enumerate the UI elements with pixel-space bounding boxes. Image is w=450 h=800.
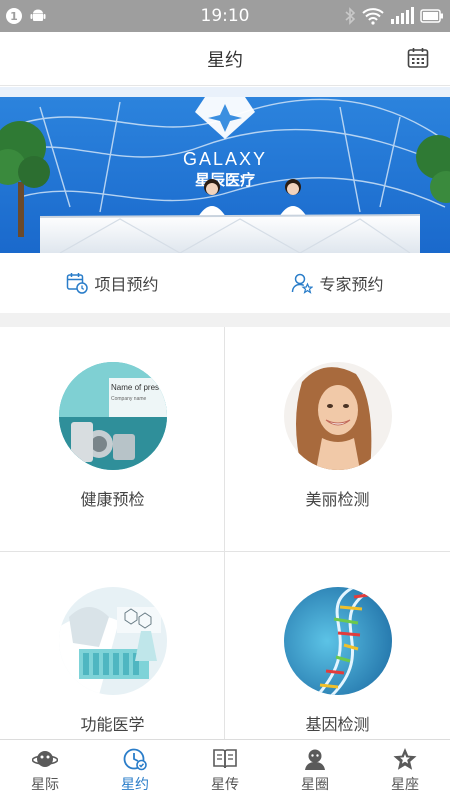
- functional-medicine-label: 功能医学: [80, 715, 145, 734]
- project-booking-label: 项目预约: [94, 275, 159, 294]
- service-functional-medicine[interactable]: 功能医学: [0, 552, 225, 739]
- person-star-icon: [292, 273, 314, 294]
- bluetooth-icon: [345, 7, 356, 25]
- tab-xingyue[interactable]: 星约: [90, 740, 180, 800]
- beauty-test-thumbnail: [283, 362, 392, 470]
- expert-booking-button[interactable]: 专家预约: [225, 253, 450, 313]
- people-icon: [305, 749, 325, 770]
- calendar-clock-icon: [67, 273, 89, 294]
- service-grid: Name of pres Company name 健康预检 美丽检测 功能医学…: [0, 327, 450, 739]
- app-header: 星约: [0, 32, 450, 86]
- project-booking-button[interactable]: 项目预约: [0, 253, 225, 313]
- tab-xingji-label: 星际: [31, 776, 59, 793]
- reception-photo: GALAXY 星辰医疗: [0, 87, 450, 253]
- functional-medicine-thumbnail: [58, 587, 167, 695]
- health-check-thumbnail: Name of pres Company name: [58, 362, 167, 470]
- star-icon: [393, 747, 417, 770]
- svg-text:Company name: Company name: [111, 396, 147, 402]
- tab-xingyue-label: 星约: [121, 776, 149, 793]
- expert-booking-label: 专家预约: [319, 275, 384, 294]
- gene-test-thumbnail: [283, 587, 392, 695]
- tab-xingquan-label: 星圈: [301, 776, 329, 793]
- banner-brand-cn: 星辰医疗: [195, 171, 255, 189]
- tab-xingquan[interactable]: 星圈: [270, 740, 360, 800]
- tab-xingji[interactable]: 星际: [0, 740, 90, 800]
- battery-icon: [420, 9, 443, 23]
- banner-image[interactable]: GALAXY 星辰医疗: [0, 87, 450, 253]
- service-health-check[interactable]: Name of pres Company name 健康预检: [0, 327, 225, 551]
- gene-test-label: 基因检测: [305, 715, 370, 734]
- tab-xingchuan[interactable]: 星传: [180, 740, 270, 800]
- book-icon: [213, 748, 237, 768]
- svg-text:Name of pres: Name of pres: [111, 383, 159, 392]
- banner-brand-en: GALAXY: [183, 149, 267, 169]
- wifi-icon: [362, 8, 384, 25]
- beauty-test-label: 美丽检测: [305, 490, 370, 509]
- signal-icon: [391, 7, 414, 24]
- status-bar: 1 19:10: [0, 0, 450, 32]
- booking-row: 项目预约 专家预约: [0, 253, 450, 313]
- tab-xingchuan-label: 星传: [211, 776, 239, 793]
- planet-icon: [32, 750, 58, 767]
- tab-xingzuo-label: 星座: [391, 776, 419, 793]
- section-divider: [0, 313, 450, 327]
- service-beauty-test[interactable]: 美丽检测: [225, 327, 450, 551]
- health-check-label: 健康预检: [80, 490, 145, 509]
- clock-check-icon: [123, 748, 147, 770]
- notification-badge: 1: [6, 8, 22, 24]
- page-title: 星约: [207, 49, 243, 71]
- calendar-icon[interactable]: [406, 46, 430, 70]
- android-icon: [30, 9, 46, 21]
- bottom-tab-bar: 星际 星约 星传 星圈 星座: [0, 739, 450, 800]
- service-gene-test[interactable]: 基因检测: [225, 552, 450, 739]
- tab-xingzuo[interactable]: 星座: [360, 740, 450, 800]
